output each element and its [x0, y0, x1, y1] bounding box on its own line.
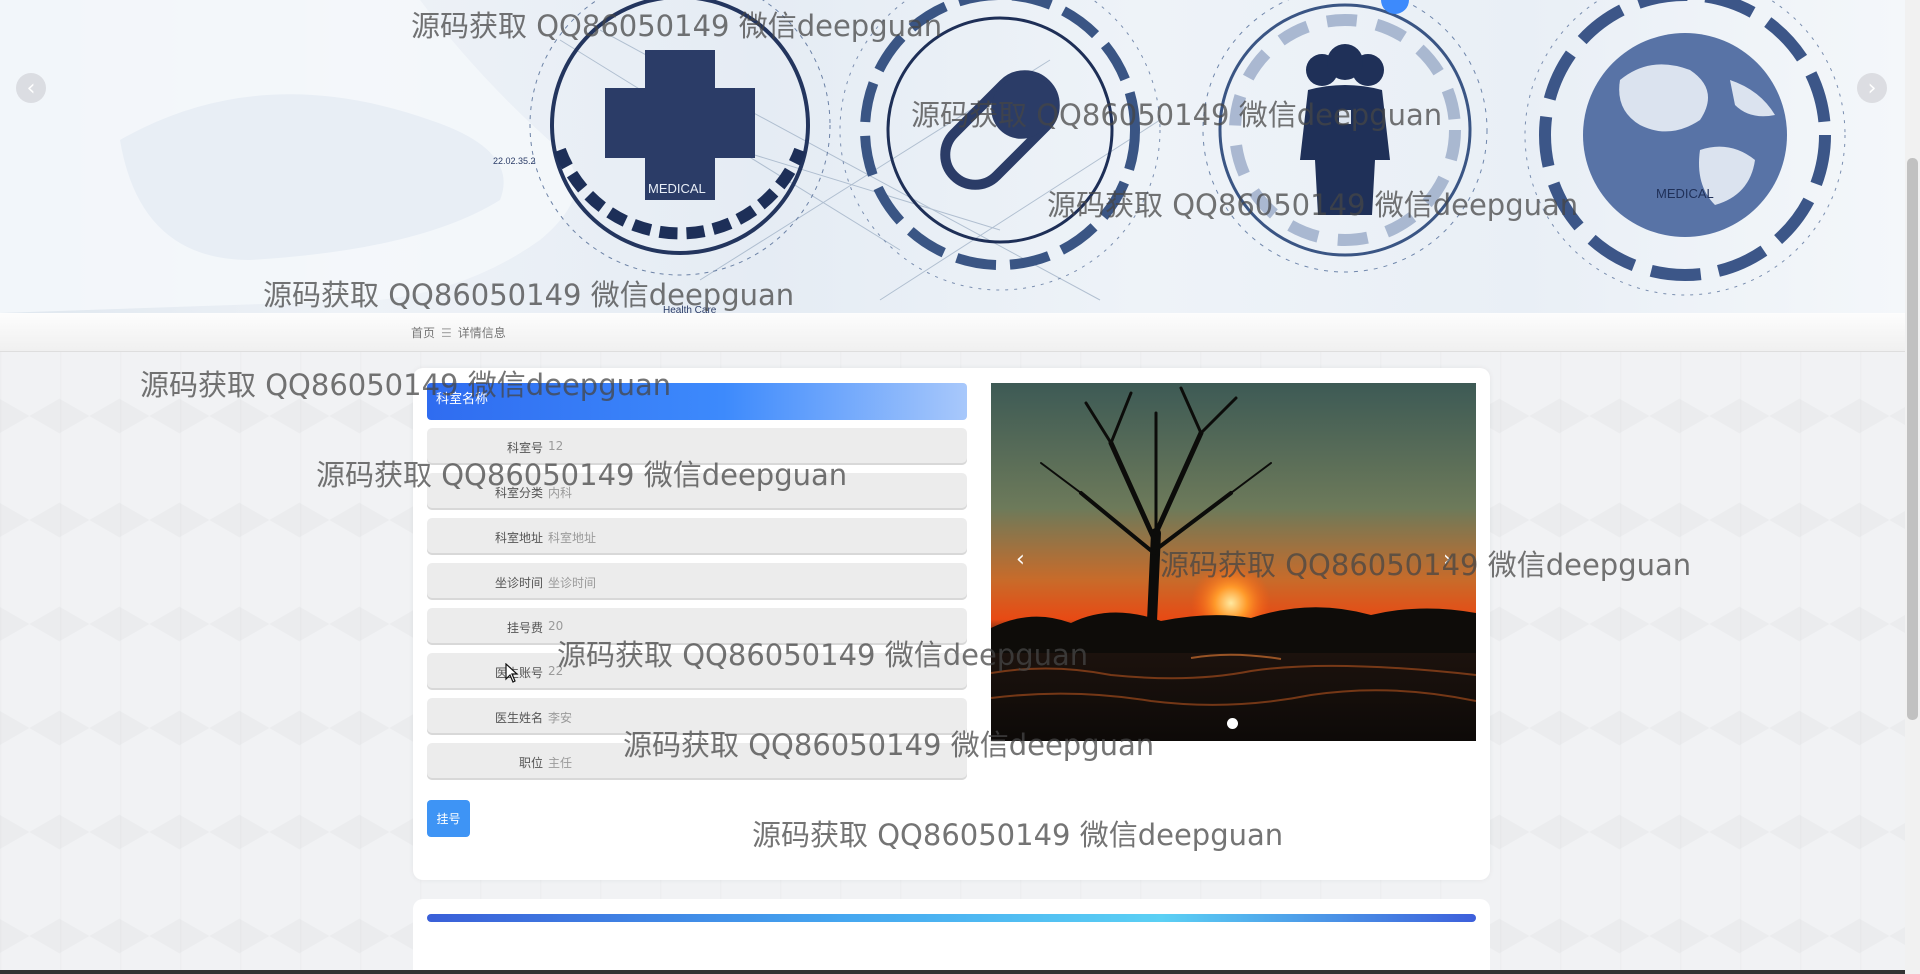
banner-next-arrow[interactable]: ›: [1857, 73, 1887, 103]
department-title: 科室名称: [427, 383, 967, 420]
medical-banner-illustration: MEDICAL 22.02.35.2 Health Care MEDICAL: [0, 0, 1846, 313]
mouse-cursor-icon: [505, 663, 519, 683]
bottom-edge: [0, 970, 1905, 974]
svg-text:MEDICAL: MEDICAL: [648, 181, 706, 196]
svg-text:22.02.35.2: 22.02.35.2: [493, 156, 536, 166]
svg-text:MEDICAL: MEDICAL: [1656, 186, 1714, 201]
slider-indicator-dot[interactable]: [1227, 718, 1238, 729]
page-scrollbar-thumb[interactable]: [1907, 158, 1918, 720]
people-emblem: [1202, 0, 1488, 273]
field-label: 科室分类: [494, 486, 543, 500]
detail-content-card: [413, 899, 1490, 974]
field-value: 李安: [548, 711, 573, 725]
field-value: 科室地址: [548, 531, 597, 545]
slider-prev-arrow[interactable]: ‹: [1016, 547, 1025, 572]
field-label: 医生账号: [494, 666, 543, 680]
breadcrumb: 首页 ☰ 详情信息: [411, 324, 506, 341]
field-row-department-no: 科室号 12: [427, 428, 967, 465]
section-divider-bar: [427, 914, 1476, 922]
field-row-registration-fee: 挂号费 20: [427, 608, 967, 645]
slider-next-arrow[interactable]: ›: [1443, 547, 1452, 572]
field-value: 坐诊时间: [548, 576, 597, 590]
field-value: 20: [548, 619, 564, 633]
field-value: 主任: [548, 756, 573, 770]
svg-text:Health Care: Health Care: [663, 305, 717, 313]
field-label: 挂号费: [506, 621, 543, 635]
register-button[interactable]: 挂号: [427, 800, 470, 837]
field-label: 职位: [518, 756, 543, 770]
field-value: 22: [548, 664, 564, 678]
banner-prev-arrow[interactable]: ‹: [16, 73, 46, 103]
hero-banner: MEDICAL 22.02.35.2 Health Care MEDICAL ‹…: [0, 0, 1905, 313]
field-label: 坐诊时间: [494, 576, 543, 590]
field-row-department-category: 科室分类 内科: [427, 473, 967, 510]
breadcrumb-bar: 首页 ☰ 详情信息: [0, 313, 1905, 352]
field-value: 12: [548, 439, 564, 453]
field-row-department-address: 科室地址 科室地址: [427, 518, 967, 555]
sunset-tree-image: [991, 383, 1476, 741]
field-value: 内科: [548, 486, 573, 500]
field-row-doctor-name: 医生姓名 李安: [427, 698, 967, 735]
department-image-slider[interactable]: ‹ ›: [991, 383, 1476, 741]
chevron-left-icon: ‹: [26, 75, 36, 101]
field-label: 科室号: [506, 441, 543, 455]
breadcrumb-current: 详情信息: [457, 326, 506, 340]
breadcrumb-separator-icon: ☰: [441, 326, 452, 340]
globe-emblem: MEDICAL: [1524, 0, 1846, 296]
chevron-right-icon: ›: [1867, 75, 1877, 101]
detail-card: 科室名称 科室号 12 科室分类 内科 科室地址 科室地址 坐诊时间 坐诊时间 …: [413, 368, 1490, 880]
field-row-consult-time: 坐诊时间 坐诊时间: [427, 563, 967, 600]
breadcrumb-home-link[interactable]: 首页: [411, 326, 435, 340]
field-row-position: 职位 主任: [427, 743, 967, 780]
field-label: 医生姓名: [494, 711, 543, 725]
field-label: 科室地址: [494, 531, 543, 545]
